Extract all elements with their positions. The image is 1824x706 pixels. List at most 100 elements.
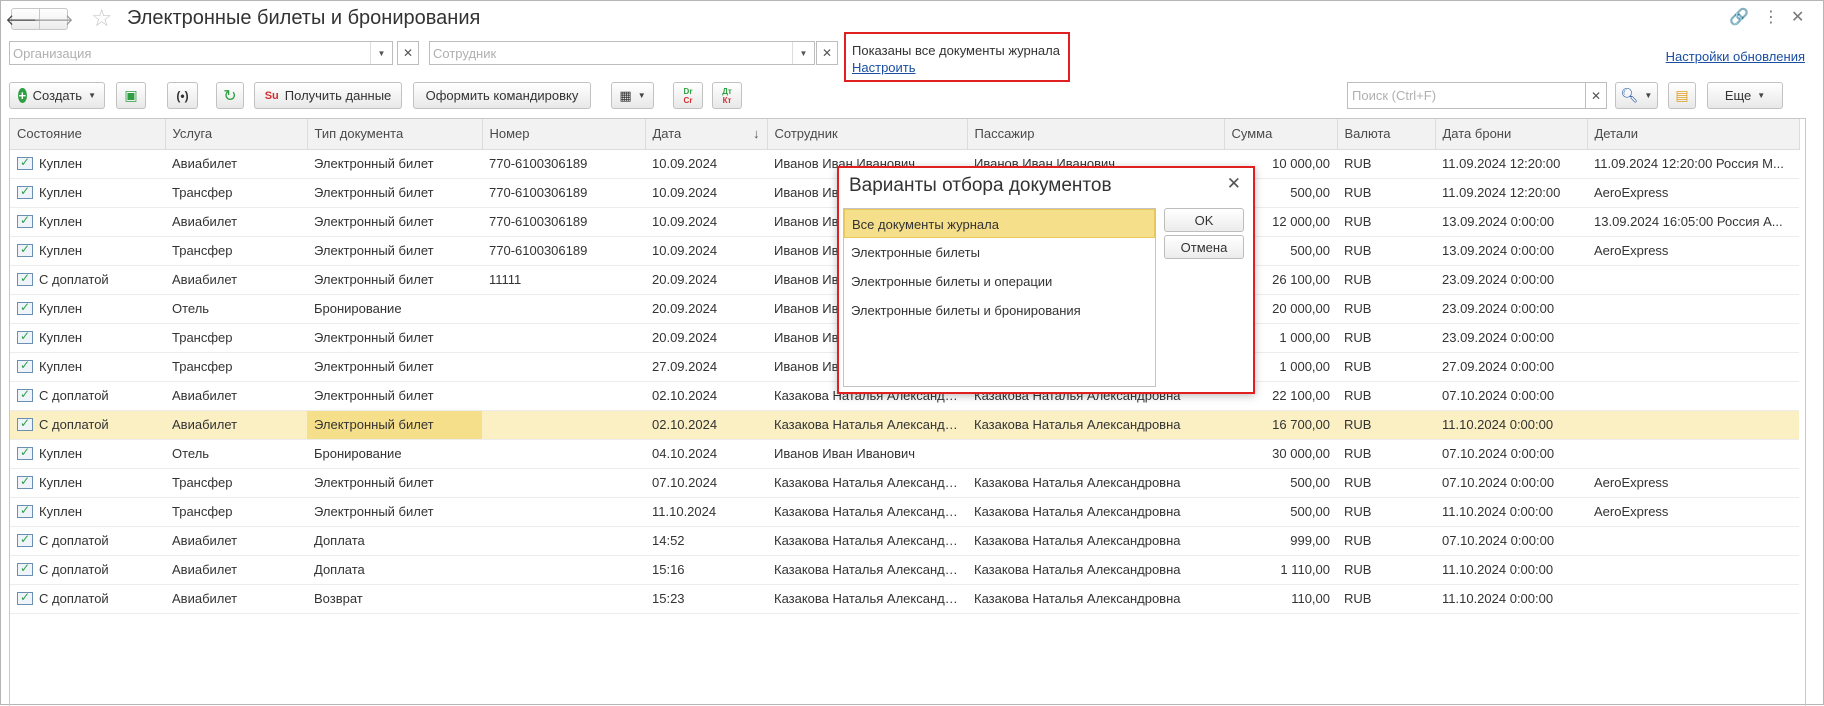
table-cell: Трансфер: [165, 236, 307, 266]
table-cell: Бронирование: [307, 439, 482, 469]
dt-kt-button[interactable]: Дт Кт: [712, 82, 742, 109]
column-header-doc-type[interactable]: Тип документа: [307, 119, 483, 150]
table-cell: AeroExpress: [1587, 497, 1799, 527]
exchange-button[interactable]: (•): [167, 82, 198, 109]
cell-text: 30 000,00: [1272, 446, 1330, 461]
organization-field[interactable]: Организация ▼: [9, 41, 393, 65]
table-row[interactable]: С доплатой Авиабилет Электронный билет 02.1…: [10, 410, 1799, 440]
cell-text: RUB: [1344, 301, 1372, 316]
notes-button[interactable]: ▤: [1668, 82, 1696, 109]
table-cell: 11.10.2024: [645, 497, 767, 527]
cell-text: 770-6100306189: [489, 185, 588, 200]
table-cell: [1587, 555, 1799, 585]
table-row[interactable]: Куплен Отель Бронирование 04.10.2024 Иванов …: [10, 439, 1799, 469]
variant-item[interactable]: Электронные билеты: [844, 238, 1155, 267]
column-header-details[interactable]: Детали: [1587, 119, 1800, 150]
variants-list[interactable]: Все документы журнала Электронные билеты…: [843, 208, 1156, 387]
filter-notice-text: Показаны все документы журнала: [852, 43, 1060, 58]
table-row[interactable]: С доплатой Авиабилет Доплата 15:16 Казакова …: [10, 555, 1799, 585]
refresh-button[interactable]: ↻: [216, 82, 244, 109]
business-trip-button[interactable]: Оформить командировку: [413, 82, 591, 109]
cell-text: Электронный билет: [314, 214, 434, 229]
cell-text: Электронный билет: [314, 359, 434, 374]
table-cell: С доплатой: [10, 526, 165, 556]
employee-clear-button[interactable]: ✕: [816, 41, 838, 65]
cell-text: 07.10.2024 0:00:00: [1442, 388, 1555, 403]
cell-text: Казакова Наталья Александровна: [974, 475, 1181, 490]
plus-icon: +: [18, 88, 27, 103]
close-icon[interactable]: ✕: [1227, 174, 1241, 194]
update-settings-link[interactable]: Настройки обновления: [1666, 49, 1805, 64]
configure-link[interactable]: Настроить: [852, 59, 1062, 76]
column-header-amount[interactable]: Сумма: [1224, 119, 1338, 150]
variant-item[interactable]: Электронные билеты и бронирования: [844, 296, 1155, 325]
reports-button[interactable]: ▦ ▼: [611, 82, 654, 109]
cell-text: Трансфер: [172, 185, 233, 200]
variant-item[interactable]: Все документы журнала: [844, 209, 1155, 238]
table-cell: Авиабилет: [165, 149, 307, 179]
search-clear-button[interactable]: ✕: [1585, 82, 1607, 109]
more-button[interactable]: Еще ▼: [1707, 82, 1783, 109]
table-cell: 14:52: [645, 526, 767, 556]
table-cell: Авиабилет: [165, 410, 307, 440]
variant-item[interactable]: Электронные билеты и операции: [844, 267, 1155, 296]
close-icon[interactable]: ✕: [1791, 7, 1804, 27]
search-options-button[interactable]: 🔍︎ ▼: [1615, 82, 1658, 109]
link-icon[interactable]: 🔗: [1729, 7, 1749, 27]
cell-text: 500,00: [1290, 185, 1330, 200]
column-header-service[interactable]: Услуга: [165, 119, 308, 150]
cell-text: 20.09.2024: [652, 301, 718, 316]
organization-input[interactable]: Организация: [10, 42, 370, 64]
table-cell: 500,00: [1224, 497, 1337, 527]
table-cell: Казакова Наталья Александровна: [967, 497, 1224, 527]
table-row[interactable]: Куплен Трансфер Электронный билет 11.10.202…: [10, 497, 1799, 527]
table-cell: 15:23: [645, 584, 767, 614]
chevron-down-icon[interactable]: ▼: [370, 42, 392, 64]
cancel-button[interactable]: Отмена: [1164, 235, 1244, 259]
favorite-star-icon[interactable]: ☆: [91, 4, 113, 33]
table-cell: 10.09.2024: [645, 149, 767, 179]
search-input[interactable]: Поиск (Ctrl+F): [1347, 82, 1588, 109]
table-row[interactable]: Куплен Трансфер Электронный билет 07.10.202…: [10, 468, 1799, 498]
employee-input[interactable]: Сотрудник: [430, 42, 792, 64]
copy-add-button[interactable]: ▣: [116, 82, 146, 109]
cell-text: AeroExpress: [1594, 475, 1669, 490]
get-data-button[interactable]: Su Получить данные: [254, 82, 402, 109]
table-cell: [482, 526, 645, 556]
table-cell: Куплен: [10, 468, 165, 498]
table-cell: 23.09.2024 0:00:00: [1435, 323, 1587, 353]
cell-text: RUB: [1344, 185, 1372, 200]
cell-text: 13.09.2024 0:00:00: [1442, 243, 1555, 258]
cell-text: 23.09.2024 0:00:00: [1442, 330, 1555, 345]
cell-text: 15:23: [652, 591, 685, 606]
table-cell: 15:16: [645, 555, 767, 585]
forward-button[interactable]: 🡒: [33, 8, 74, 30]
ok-button[interactable]: OK: [1164, 208, 1244, 232]
column-header-booking-date[interactable]: Дата брони: [1435, 119, 1588, 150]
cell-text: Казакова Наталья Александровна: [974, 562, 1181, 577]
table-cell: Возврат: [307, 584, 482, 614]
table-cell: [1587, 381, 1799, 411]
table-row[interactable]: С доплатой Авиабилет Доплата 14:52 Казакова …: [10, 526, 1799, 556]
column-header-passenger[interactable]: Пассажир: [967, 119, 1225, 150]
table-cell: RUB: [1337, 323, 1435, 353]
column-header-number[interactable]: Номер: [482, 119, 646, 150]
column-header-employee[interactable]: Сотрудник: [767, 119, 968, 150]
table-row[interactable]: С доплатой Авиабилет Возврат 15:23 Казакова …: [10, 584, 1799, 614]
chevron-down-icon: ▼: [88, 91, 96, 100]
create-button[interactable]: + Создать ▼: [9, 82, 105, 109]
column-header-date[interactable]: Дата ↓: [645, 119, 768, 150]
column-header-currency[interactable]: Валюта: [1337, 119, 1436, 150]
cell-text: Куплен: [39, 504, 83, 519]
column-header-state[interactable]: Состояние: [10, 119, 166, 150]
dr-cr-button[interactable]: Dr Cr: [673, 82, 703, 109]
chevron-down-icon[interactable]: ▼: [792, 42, 814, 64]
organization-clear-button[interactable]: ✕: [397, 41, 419, 65]
table-cell: RUB: [1337, 207, 1435, 237]
document-posted-icon: [17, 503, 33, 518]
cell-text: 07.10.2024 0:00:00: [1442, 475, 1555, 490]
cell-text: 10.09.2024: [652, 214, 718, 229]
employee-field[interactable]: Сотрудник ▼: [429, 41, 815, 65]
more-vertical-icon[interactable]: ⋮: [1763, 7, 1779, 27]
chevron-down-icon: ▼: [1644, 91, 1653, 100]
